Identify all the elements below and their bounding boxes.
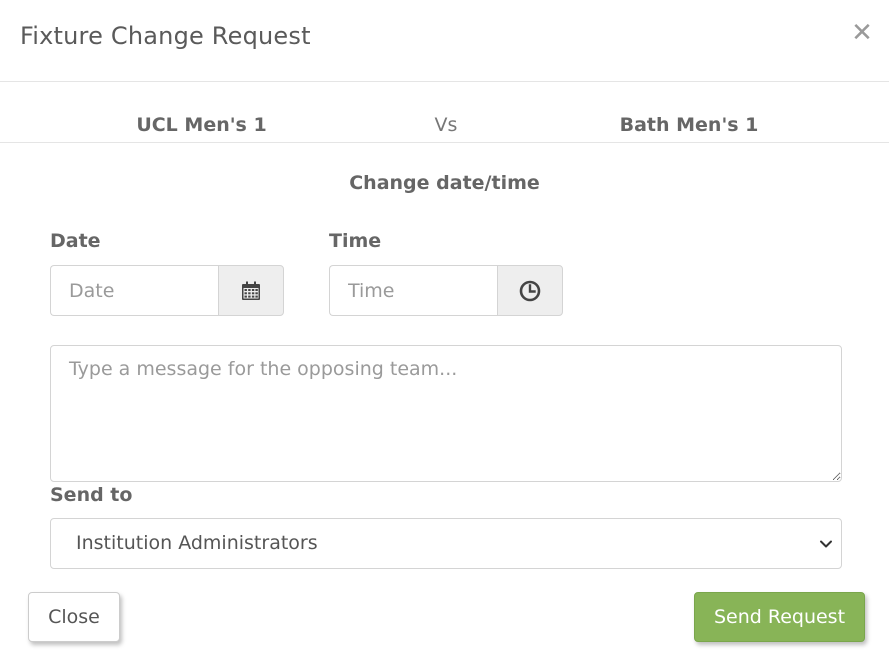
away-team: Bath Men's 1	[619, 114, 759, 136]
calendar-icon	[242, 281, 260, 300]
date-input[interactable]	[50, 265, 218, 316]
modal-title: Fixture Change Request	[20, 22, 311, 50]
send-to-label: Send to	[50, 484, 133, 506]
chevron-down-icon	[820, 540, 832, 548]
time-input-group	[329, 265, 563, 316]
calendar-button[interactable]	[218, 265, 284, 316]
clock-button[interactable]	[497, 265, 563, 316]
fixture-teams: UCL Men's 1 Vs Bath Men's 1	[0, 82, 889, 143]
date-input-group	[50, 265, 284, 316]
message-textarea[interactable]	[50, 345, 842, 482]
time-label: Time	[329, 230, 382, 252]
date-label: Date	[50, 230, 101, 252]
versus-label: Vs	[434, 114, 458, 136]
home-team: UCL Men's 1	[136, 114, 267, 136]
modal-header: Fixture Change Request ✕	[0, 0, 889, 82]
send-request-button[interactable]: Send Request	[694, 592, 865, 642]
section-title: Change date/time	[349, 172, 540, 194]
close-icon[interactable]: ✕	[850, 18, 874, 48]
clock-icon	[519, 280, 541, 301]
fixture-change-modal: Fixture Change Request ✕ UCL Men's 1 Vs …	[0, 0, 889, 664]
close-button[interactable]: Close	[28, 592, 120, 642]
time-input[interactable]	[329, 265, 497, 316]
send-to-select[interactable]: Institution Administrators	[50, 518, 842, 569]
send-to-selected-value: Institution Administrators	[76, 532, 318, 554]
